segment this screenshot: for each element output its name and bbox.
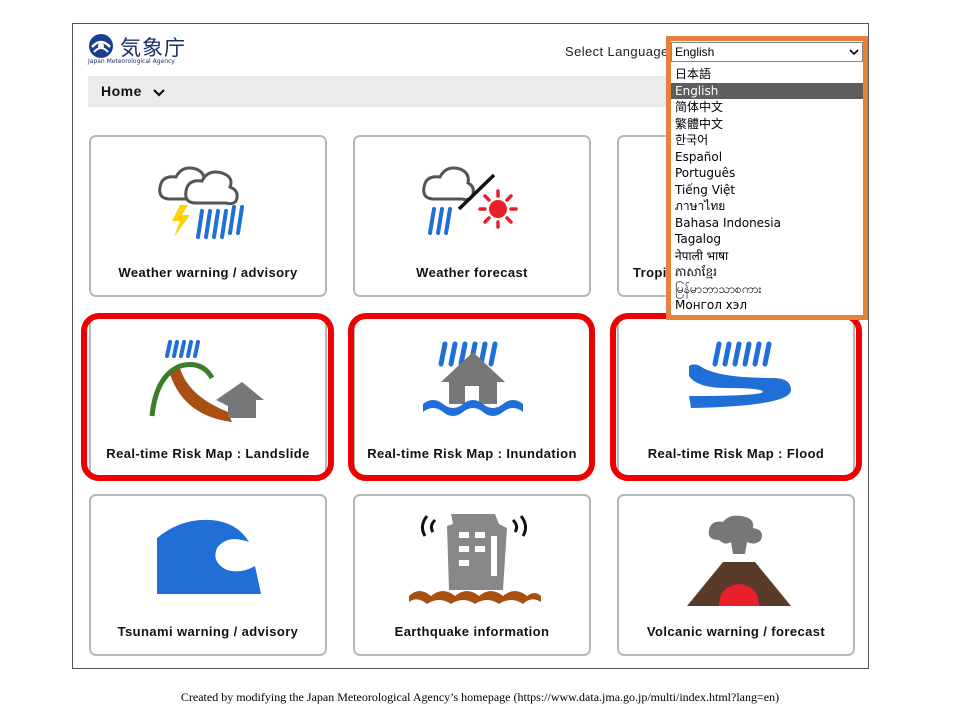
card-label: Tsunami warning / advisory	[117, 624, 299, 639]
language-option[interactable]: 한국어	[671, 132, 863, 149]
language-option[interactable]: 日本語	[671, 66, 863, 83]
tsunami-icon	[157, 519, 261, 594]
card-label: Real-time Risk Map : Landslide	[106, 446, 310, 461]
language-option[interactable]: ภาษาไทย	[671, 198, 863, 215]
language-select-value: English	[675, 45, 715, 59]
card-label: Volcanic warning / forecast	[646, 624, 826, 639]
chevron-down-icon[interactable]	[152, 85, 166, 99]
language-option[interactable]: ភាសាខ្មែរ	[671, 264, 863, 281]
card-tsunami[interactable]: Tsunami warning / advisory	[89, 494, 327, 656]
card-risk-inundation[interactable]: Real-time Risk Map : Inundation	[353, 316, 591, 478]
thunderstorm-icon	[158, 166, 244, 239]
card-weather-forecast[interactable]: Weather forecast	[353, 135, 591, 297]
language-option-selected[interactable]: English	[671, 82, 863, 99]
earthquake-icon	[409, 514, 541, 604]
logo-subtext: Japan Meteorological Agency	[88, 58, 175, 65]
language-option-list: 日本語 English 简体中文 繁體中文 한국어 Español Portug…	[671, 66, 863, 314]
card-volcano[interactable]: Volcanic warning / forecast	[617, 494, 855, 656]
rain-sun-icon	[422, 166, 518, 235]
card-label: Earthquake information	[394, 624, 550, 639]
inundation-icon	[423, 341, 523, 416]
language-option[interactable]: Tagalog	[671, 231, 863, 248]
language-option[interactable]: Tiếng Việt	[671, 182, 863, 199]
card-label: Tropi	[633, 265, 667, 280]
language-option[interactable]: မြန်မာဘာသာစကား	[671, 281, 863, 298]
card-label: Weather warning / advisory	[118, 265, 298, 280]
image-caption: Created by modifying the Japan Meteorolo…	[180, 690, 780, 704]
nav-home-link[interactable]: Home	[101, 83, 142, 99]
card-weather-warning[interactable]: Weather warning / advisory	[89, 135, 327, 297]
language-label: Select Language	[565, 44, 669, 59]
card-risk-flood[interactable]: Real-time Risk Map : Flood	[617, 316, 855, 478]
language-select[interactable]: English	[671, 42, 863, 62]
flood-icon	[689, 341, 791, 408]
landslide-icon	[149, 340, 264, 422]
language-option[interactable]: 简体中文	[671, 99, 863, 116]
language-option[interactable]: 繁體中文	[671, 116, 863, 133]
language-option[interactable]: नेपाली भाषा	[671, 248, 863, 265]
language-option[interactable]: Bahasa Indonesia	[671, 215, 863, 232]
language-option[interactable]: Español	[671, 149, 863, 166]
card-label: Real-time Risk Map : Flood	[647, 446, 825, 461]
language-option[interactable]: Монгол хэл	[671, 297, 863, 314]
card-earthquake[interactable]: Earthquake information	[353, 494, 591, 656]
card-risk-landslide[interactable]: Real-time Risk Map : Landslide	[89, 316, 327, 478]
card-label: Weather forecast	[416, 265, 528, 280]
chevron-down-icon	[849, 49, 859, 56]
card-label: Real-time Risk Map : Inundation	[367, 446, 577, 461]
volcano-icon	[687, 515, 791, 606]
language-option[interactable]: Português	[671, 165, 863, 182]
